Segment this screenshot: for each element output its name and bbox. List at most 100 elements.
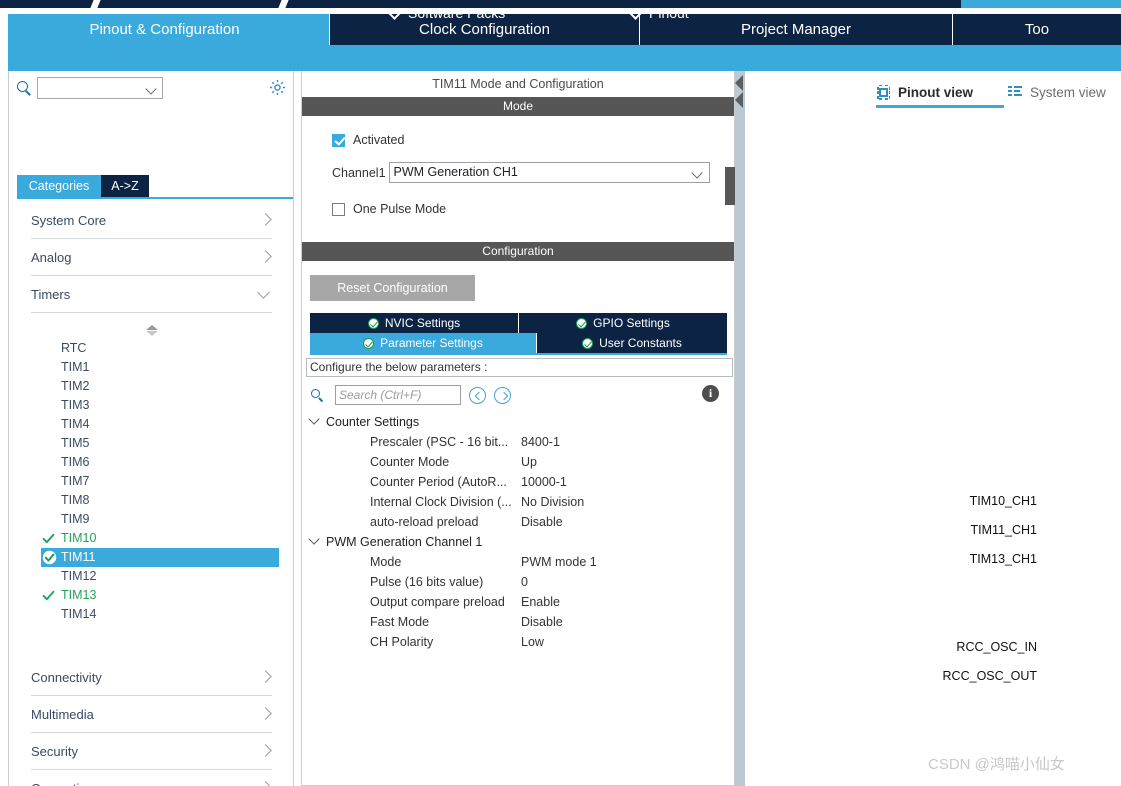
param-row[interactable]: Counter Period (AutoR... 10000-1 (306, 472, 733, 492)
param-value[interactable]: No Division (521, 492, 584, 512)
splitter-handle[interactable] (725, 167, 735, 205)
param-row[interactable]: Mode PWM mode 1 (306, 552, 733, 572)
sidebar-category-computing[interactable]: Computing (31, 770, 272, 786)
param-name: Counter Mode (370, 455, 450, 469)
pin-signal-label: RCC_OSC_IN (956, 639, 1037, 654)
scroll-up-icon[interactable] (145, 324, 158, 330)
parameter-search-input[interactable]: Search (Ctrl+F) (335, 385, 461, 405)
param-value[interactable]: 8400-1 (521, 432, 560, 452)
param-group-header[interactable]: Counter Settings (306, 412, 733, 432)
sidebar-category-system-core[interactable]: System Core (31, 202, 272, 239)
main-tabbar: Pinout & Configuration Clock Configurati… (0, 14, 1121, 45)
sidebar-item-tim4[interactable]: TIM4 (9, 415, 293, 434)
tab-system-view[interactable]: System view (1008, 79, 1106, 105)
sidebar-category-analog[interactable]: Analog (31, 239, 272, 276)
view-tabs: Pinout view System view (745, 79, 1121, 111)
param-value[interactable]: 0 (521, 572, 528, 592)
sidebar-category-security[interactable]: Security (31, 733, 272, 770)
timer-label: TIM2 (61, 379, 90, 393)
timer-label: RTC (61, 341, 87, 355)
param-value[interactable]: 10000-1 (521, 472, 567, 492)
sidebar-category-connectivity[interactable]: Connectivity (31, 659, 272, 696)
sidebar-category-timers[interactable]: Timers (31, 276, 272, 313)
chevron-right-icon (260, 672, 270, 682)
param-name: Internal Clock Division (... (370, 495, 512, 509)
collapse-arrow-icon[interactable] (735, 92, 743, 108)
reset-configuration-button[interactable]: Reset Configuration (310, 275, 475, 301)
config-tabs-underline (310, 353, 727, 355)
param-value[interactable]: Disable (521, 512, 563, 532)
search-input[interactable] (37, 76, 163, 99)
chevron-right-icon (260, 252, 270, 262)
tab-parameter-settings[interactable]: Parameter Settings (310, 333, 537, 353)
sidebar-item-tim1[interactable]: TIM1 (9, 358, 293, 377)
category-label: Security (31, 743, 78, 759)
sidebar-item-tim12[interactable]: TIM12 (9, 567, 293, 586)
sidebar-item-tim9[interactable]: TIM9 (9, 510, 293, 529)
channel1-select[interactable]: PWM Generation CH1 (388, 162, 710, 183)
sidebar-tab-az[interactable]: A->Z (101, 175, 149, 197)
scroll-down-icon[interactable] (145, 330, 158, 336)
left-sidebar: Categories A->Z System Core Analog Timers … (8, 71, 294, 786)
param-row[interactable]: Internal Clock Division (... No Division (306, 492, 733, 512)
param-row[interactable]: Fast Mode Disable (306, 612, 733, 632)
check-circle-icon (42, 550, 57, 565)
param-row[interactable]: Pulse (16 bits value) 0 (306, 572, 733, 592)
sidebar-tab-categories[interactable]: Categories (17, 175, 101, 197)
param-row[interactable]: CH Polarity Low (306, 632, 733, 652)
gear-icon[interactable] (268, 78, 287, 97)
sidebar-item-tim6[interactable]: TIM6 (9, 453, 293, 472)
pin-signal-label: TIM11_CH1 (970, 522, 1037, 537)
next-button[interactable] (494, 386, 511, 404)
sidebar-item-rtc[interactable]: RTC (9, 339, 293, 358)
param-name: Output compare preload (370, 595, 505, 609)
sidebar-item-tim13[interactable]: TIM13 (9, 586, 293, 605)
sidebar-item-tim8[interactable]: TIM8 (9, 491, 293, 510)
chip-pinout-diagram[interactable]: PE6VBATPC13-..PC14-..PC15-..PF0PF1PF2PF3… (745, 111, 1121, 786)
tab-pinout-configuration[interactable]: Pinout & Configuration (0, 14, 330, 45)
sub-toolbar (0, 45, 1121, 71)
pinout-menu[interactable]: Pinout (631, 0, 689, 26)
panel-splitter[interactable] (725, 71, 745, 786)
sidebar-item-tim10[interactable]: TIM10 (9, 529, 293, 548)
timer-label: TIM6 (61, 455, 90, 469)
param-value[interactable]: Disable (521, 612, 563, 632)
activated-checkbox-row[interactable]: Activated (332, 130, 734, 150)
param-group-header[interactable]: PWM Generation Channel 1 (306, 532, 733, 552)
param-value[interactable]: Enable (521, 592, 560, 612)
activated-label: Activated (353, 133, 405, 147)
param-row[interactable]: Counter Mode Up (306, 452, 733, 472)
one-pulse-mode-row[interactable]: One Pulse Mode (332, 199, 734, 219)
channel1-row: Channel1 PWM Generation CH1 (332, 162, 734, 183)
sidebar-item-tim3[interactable]: TIM3 (9, 396, 293, 415)
tab-gpio-settings[interactable]: GPIO Settings (519, 313, 727, 333)
sidebar-category-multimedia[interactable]: Multimedia (31, 696, 272, 733)
param-row[interactable]: auto-reload preload Disable (306, 512, 733, 532)
previous-button[interactable] (469, 386, 486, 404)
param-row[interactable]: Output compare preload Enable (306, 592, 733, 612)
software-packs-menu[interactable]: Software Packs (390, 0, 505, 26)
sidebar-item-tim2[interactable]: TIM2 (9, 377, 293, 396)
tab-nvic-settings[interactable]: NVIC Settings (310, 313, 519, 333)
one-pulse-mode-checkbox[interactable] (332, 202, 345, 216)
configuration-band: Configuration (302, 242, 734, 261)
system-icon (1008, 85, 1023, 99)
param-value[interactable]: Low (521, 632, 544, 652)
tab-parameter-label: Parameter Settings (380, 336, 483, 350)
param-value[interactable]: Up (521, 452, 537, 472)
info-icon[interactable]: i (702, 385, 719, 402)
tab-user-constants[interactable]: User Constants (537, 333, 727, 353)
param-value[interactable]: PWM mode 1 (521, 552, 597, 572)
sidebar-item-tim7[interactable]: TIM7 (9, 472, 293, 491)
tab-pinout-view[interactable]: Pinout view (876, 79, 973, 105)
tab-tools[interactable]: Too (953, 14, 1121, 45)
sidebar-item-tim5[interactable]: TIM5 (9, 434, 293, 453)
collapse-arrow-icon[interactable] (735, 75, 743, 91)
param-row[interactable]: Prescaler (PSC - 16 bit... 8400-1 (306, 432, 733, 452)
timer-scroll-spinner[interactable] (9, 323, 293, 337)
chevron-down-icon (145, 82, 157, 95)
sidebar-item-tim14[interactable]: TIM14 (9, 605, 293, 624)
activated-checkbox[interactable] (332, 133, 345, 147)
timer-peripheral-list: RTC TIM1 TIM2 TIM3 TIM4 TIM5 TIM6 TIM7 TIM8 TIM9 T… (9, 339, 293, 624)
sidebar-item-tim11[interactable]: TIM11 (41, 548, 279, 567)
